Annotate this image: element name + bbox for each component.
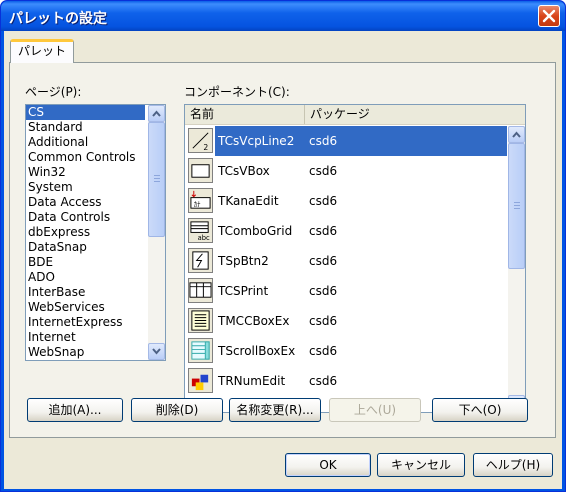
- close-button[interactable]: [538, 5, 560, 27]
- page-list-item[interactable]: WebSnap: [26, 345, 145, 360]
- pages-listbox[interactable]: CS Standard Additional Common Controls Win32…: [25, 104, 166, 361]
- page-list-item[interactable]: Standard: [26, 120, 145, 135]
- component-row[interactable]: TCsVBox csd6: [185, 156, 507, 186]
- box-icon: [188, 158, 213, 183]
- component-package: csd6: [309, 314, 338, 328]
- num-edit-icon: [188, 368, 213, 393]
- component-package: csd6: [309, 344, 338, 358]
- add-button[interactable]: 追加(A)...: [27, 398, 123, 422]
- title-bar[interactable]: パレットの設定: [1, 1, 565, 31]
- kana-icon: ｶﾅ: [188, 188, 213, 213]
- component-package: csd6: [309, 374, 338, 388]
- component-package: csd6: [309, 134, 338, 148]
- speed-button-icon: [188, 248, 213, 273]
- move-down-button[interactable]: 下へ(O): [432, 398, 528, 422]
- scroll-down-button[interactable]: [148, 343, 165, 360]
- component-row[interactable]: TRNumEdit csd6: [185, 366, 507, 396]
- rename-button[interactable]: 名称変更(R)...: [229, 398, 321, 422]
- cancel-button[interactable]: キャンセル: [377, 453, 465, 477]
- page-list-item[interactable]: System: [26, 180, 145, 195]
- listview-header: 名前 パッケージ: [185, 105, 525, 125]
- page-list-item[interactable]: DataSnap: [26, 240, 145, 255]
- svg-text:abc: abc: [198, 234, 210, 242]
- print-grid-icon: [188, 278, 213, 303]
- tab-palette[interactable]: パレット: [10, 39, 74, 63]
- component-name: TSpBtn2: [218, 254, 269, 268]
- move-up-button[interactable]: 上へ(U): [329, 398, 421, 422]
- component-row[interactable]: TMCCBoxEx csd6: [185, 306, 507, 336]
- page-list-item[interactable]: Internet: [26, 330, 145, 345]
- component-name: TMCCBoxEx: [218, 314, 290, 328]
- components-listview[interactable]: 名前 パッケージ 2 TCsVcpLine2 csd6 TCsVBox csd6 ｶﾅ TK…: [184, 104, 526, 413]
- chevron-up-icon: [512, 131, 521, 138]
- chevron-up-icon: [152, 110, 161, 117]
- page-list-item[interactable]: Data Access: [26, 195, 145, 210]
- component-name: TCsVBox: [218, 164, 270, 178]
- pages-scrollbar[interactable]: [148, 105, 165, 360]
- page-list-item[interactable]: Data Controls: [26, 210, 145, 225]
- component-name: TCsVcpLine2: [218, 134, 295, 148]
- svg-text:2: 2: [203, 143, 208, 152]
- combo-grid-icon: abc: [188, 218, 213, 243]
- page-list-item[interactable]: ADO: [26, 270, 145, 285]
- component-name: TCSPrint: [218, 284, 269, 298]
- component-row[interactable]: abc TComboGrid csd6: [185, 216, 507, 246]
- pages-scroll-thumb[interactable]: [148, 122, 165, 237]
- page-list-item[interactable]: Additional: [26, 135, 145, 150]
- component-row[interactable]: 2 TCsVcpLine2 csd6: [185, 126, 507, 156]
- component-package: csd6: [309, 284, 338, 298]
- scroll-box-icon: [188, 338, 213, 363]
- chevron-down-icon: [152, 348, 161, 355]
- dialog-client: パレット ページ(P): コンポーネント(C): CS Standard Addit…: [4, 31, 562, 489]
- pages-label: ページ(P):: [25, 85, 82, 99]
- memo-icon: [188, 308, 213, 333]
- component-row[interactable]: TCSPrint csd6: [185, 276, 507, 306]
- page-list-item[interactable]: BDE: [26, 255, 145, 270]
- window-title: パレットの設定: [9, 11, 107, 27]
- page-list-item[interactable]: CS: [26, 105, 145, 120]
- scroll-up-button[interactable]: [508, 126, 525, 143]
- page-list-item[interactable]: Common Controls: [26, 150, 145, 165]
- ok-button[interactable]: OK: [285, 453, 371, 477]
- components-scrollbar[interactable]: [508, 126, 525, 412]
- component-name: TRNumEdit: [218, 374, 286, 388]
- page-list-item[interactable]: InterBase: [26, 285, 145, 300]
- delete-button[interactable]: 削除(D): [131, 398, 223, 422]
- component-row[interactable]: TSpBtn2 csd6: [185, 246, 507, 276]
- page-list-item[interactable]: WebServices: [26, 300, 145, 315]
- svg-text:ｶﾅ: ｶﾅ: [194, 200, 201, 208]
- scroll-up-button[interactable]: [148, 105, 165, 122]
- component-row[interactable]: ｶﾅ TKanaEdit csd6: [185, 186, 507, 216]
- column-header-name[interactable]: 名前: [185, 105, 305, 124]
- column-header-package[interactable]: パッケージ: [305, 105, 525, 124]
- close-icon: [542, 9, 556, 23]
- help-button[interactable]: ヘルプ(H): [473, 453, 553, 477]
- component-package: csd6: [309, 164, 338, 178]
- component-name: TScrollBoxEx: [218, 344, 296, 358]
- page-list-item[interactable]: Win32: [26, 165, 145, 180]
- line-icon: 2: [188, 128, 213, 153]
- component-name: TKanaEdit: [218, 194, 279, 208]
- component-package: csd6: [309, 194, 338, 208]
- component-package: csd6: [309, 254, 338, 268]
- component-name: TComboGrid: [218, 224, 293, 238]
- page-list-item[interactable]: dbExpress: [26, 225, 145, 240]
- component-package: csd6: [309, 224, 338, 238]
- dialog-window: パレットの設定 パレット ページ(P): コンポーネント(C): CS Stand…: [0, 0, 566, 492]
- component-row[interactable]: TScrollBoxEx csd6: [185, 336, 507, 366]
- components-scroll-thumb[interactable]: [508, 143, 525, 269]
- page-list-item[interactable]: InternetExpress: [26, 315, 145, 330]
- components-label: コンポーネント(C):: [184, 85, 290, 99]
